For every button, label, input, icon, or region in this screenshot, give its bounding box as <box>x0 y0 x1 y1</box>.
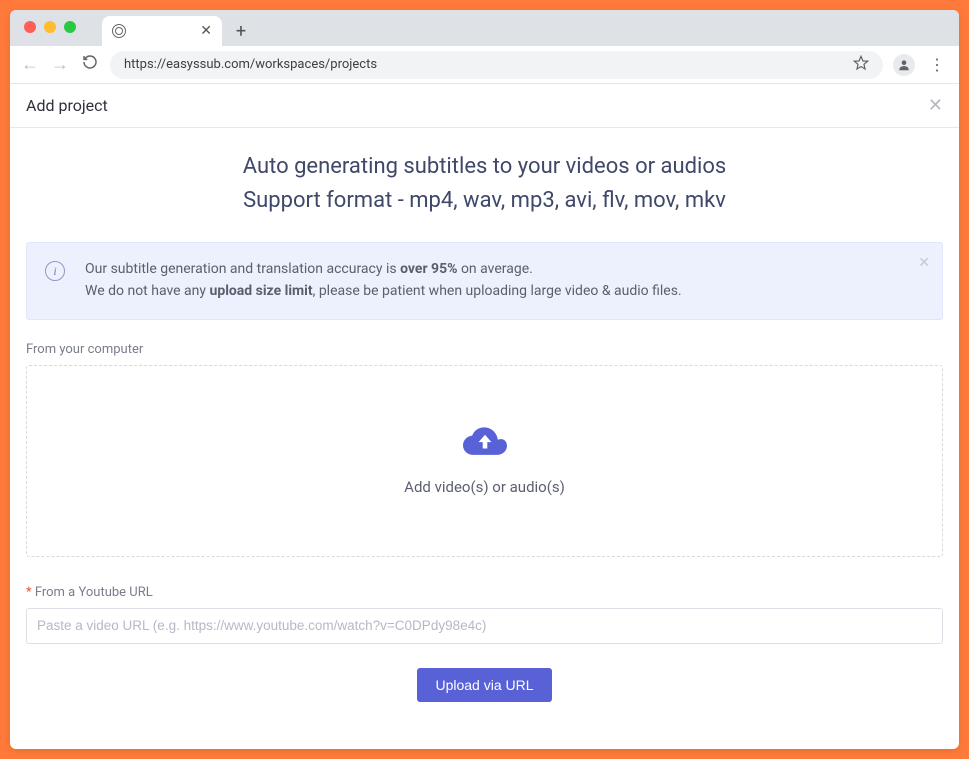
alert-text-segment: on average. <box>457 261 532 277</box>
alert-close-button[interactable]: ✕ <box>918 253 930 275</box>
window-minimize-button[interactable] <box>44 21 56 33</box>
upload-via-url-button[interactable]: Upload via URL <box>417 668 551 702</box>
from-youtube-label: From a Youtube URL <box>26 585 943 600</box>
page-header: Add project ✕ <box>10 84 959 128</box>
forward-button[interactable]: → <box>50 54 70 75</box>
from-computer-label: From your computer <box>26 342 943 357</box>
bookmark-star-icon[interactable] <box>853 55 869 75</box>
page-content: Auto generating subtitles to your videos… <box>10 128 959 749</box>
alert-text-segment: , please be patient when uploading large… <box>313 283 682 299</box>
alert-text-segment: We do not have any <box>85 283 209 299</box>
browser-menu-button[interactable]: ⋮ <box>925 55 949 74</box>
browser-toolbar: ← → https://easyssub.com/workspaces/proj… <box>10 46 959 84</box>
tab-strip: ✕ + <box>10 10 959 46</box>
tab-close-button[interactable]: ✕ <box>200 24 212 38</box>
window-controls <box>24 21 76 33</box>
cloud-upload-icon <box>463 426 507 464</box>
browser-tab[interactable]: ✕ <box>102 16 222 46</box>
dropzone-text: Add video(s) or audio(s) <box>404 478 565 496</box>
profile-avatar-button[interactable] <box>893 54 915 76</box>
reload-button[interactable] <box>80 54 100 75</box>
window-close-button[interactable] <box>24 21 36 33</box>
address-url: https://easyssub.com/workspaces/projects <box>124 57 377 72</box>
alert-text-segment: Our subtitle generation and translation … <box>85 261 400 277</box>
new-tab-button[interactable]: + <box>228 18 254 44</box>
file-dropzone[interactable]: Add video(s) or audio(s) <box>26 365 943 557</box>
back-button[interactable]: ← <box>20 54 40 75</box>
headline-line-2: Support format - mp4, wav, mp3, avi, flv… <box>26 184 943 218</box>
window-maximize-button[interactable] <box>64 21 76 33</box>
alert-accuracy-value: over 95% <box>400 261 457 277</box>
alert-text: Our subtitle generation and translation … <box>85 259 682 302</box>
address-bar[interactable]: https://easyssub.com/workspaces/projects <box>110 51 883 79</box>
headline-line-1: Auto generating subtitles to your videos… <box>26 150 943 184</box>
page-title: Add project <box>26 96 108 115</box>
info-icon: i <box>45 261 65 281</box>
browser-window: ✕ + ← → https://easyssub.com/workspaces/… <box>10 10 959 749</box>
modal-close-button[interactable]: ✕ <box>928 95 943 116</box>
info-alert: i Our subtitle generation and translatio… <box>26 242 943 319</box>
tab-favicon-icon <box>112 24 126 38</box>
youtube-url-input[interactable] <box>26 608 943 644</box>
alert-upload-limit: upload size limit <box>209 283 312 299</box>
headline: Auto generating subtitles to your videos… <box>26 150 943 218</box>
